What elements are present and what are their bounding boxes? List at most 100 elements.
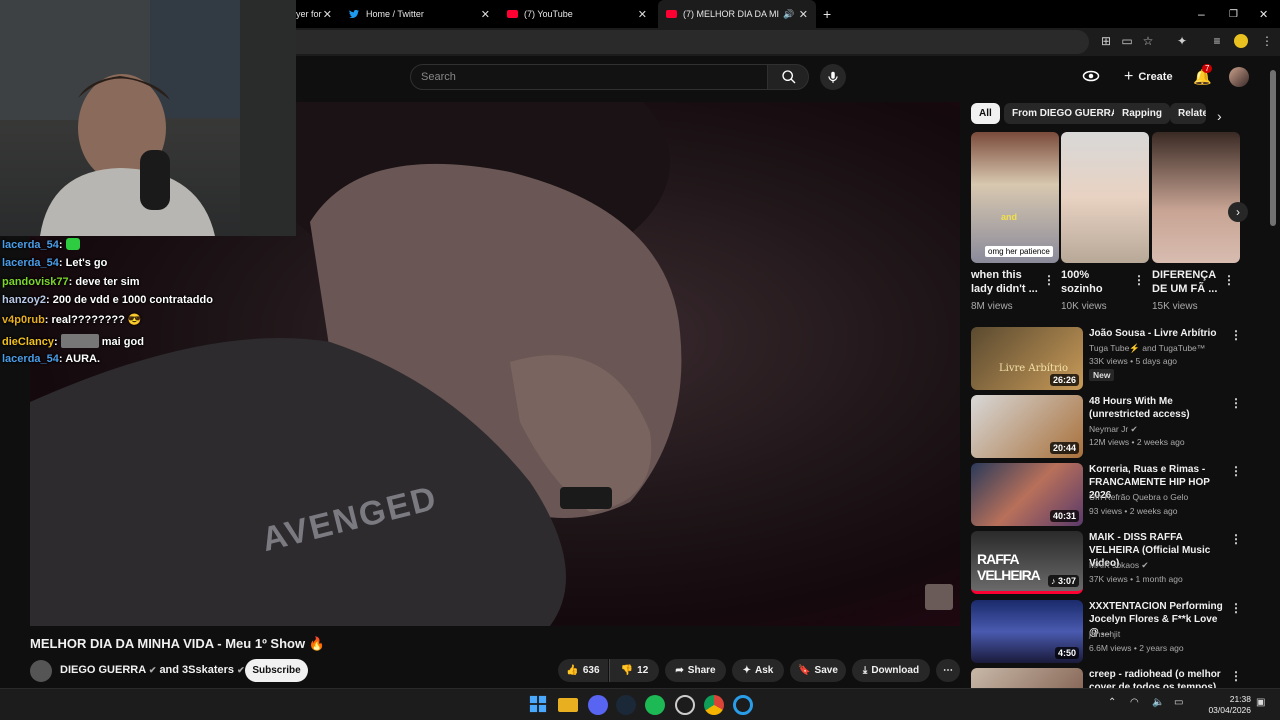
close-icon[interactable]: ✕ [481, 8, 490, 21]
close-icon[interactable]: ✕ [799, 8, 808, 21]
save-button[interactable]: 🔖 Save [790, 659, 846, 682]
channel-name[interactable]: DIEGO GUERRA [60, 664, 146, 676]
short-title[interactable]: DIFERENÇA DE UM FÃ ... [1152, 268, 1224, 296]
close-icon[interactable]: ✕ [638, 8, 647, 21]
notification-center-icon[interactable]: ▣ [1256, 697, 1265, 708]
short-title[interactable]: when this lady didn't ... [971, 268, 1043, 296]
translate-icon[interactable]: ⊞ [1099, 34, 1113, 48]
restore-icon[interactable]: ❐ [1229, 0, 1239, 28]
speaker-icon[interactable]: 🔊 [783, 9, 794, 20]
emote-icon [60, 334, 99, 348]
more-options-icon[interactable]: ⋮ [1230, 464, 1242, 478]
eye-icon[interactable] [1082, 69, 1100, 83]
chip-rapping[interactable]: Rapping [1114, 103, 1170, 124]
microphone-icon [828, 71, 838, 83]
chrome-menu-icon[interactable]: ⋮ [1260, 34, 1274, 48]
more-options-icon[interactable]: ⋮ [1230, 601, 1242, 615]
channel-name[interactable]: jahsehjit [1089, 629, 1120, 639]
tab-youtube[interactable]: (7) YouTube ✕ [507, 0, 655, 28]
minimize-icon[interactable]: – [1198, 0, 1208, 28]
video-title[interactable]: creep - radiohead (o melhor cover de tod… [1089, 668, 1225, 688]
omnibox[interactable] [296, 30, 1089, 54]
system-clock[interactable]: 21:38 03/04/2026 [1203, 694, 1251, 716]
video-thumbnail[interactable]: RAFFA VELHEIRA ♪ 3:07 [971, 531, 1083, 594]
short-thumbnail[interactable] [1152, 132, 1240, 263]
extensions-icon[interactable]: ✦ [1175, 34, 1189, 48]
media-control-icon[interactable]: ≡ [1210, 34, 1224, 48]
more-options-icon[interactable]: ⋮ [1133, 273, 1145, 287]
video-thumbnail[interactable]: 4:50 [971, 600, 1083, 663]
channel-name[interactable]: Tuga Tube⚡ and TugaTube™ [1089, 343, 1205, 354]
video-title[interactable]: 48 Hours With Me (unrestricted access) [1089, 395, 1225, 421]
file-explorer-icon[interactable] [558, 698, 578, 712]
more-options-icon[interactable]: ⋮ [1230, 396, 1242, 410]
edge-icon[interactable] [733, 695, 753, 715]
video-thumbnail[interactable] [971, 668, 1083, 688]
steam-icon[interactable] [616, 695, 636, 715]
battery-icon[interactable]: ▭ [1174, 697, 1183, 708]
more-options-icon[interactable]: ⋮ [1230, 532, 1242, 546]
app-icon[interactable] [675, 695, 695, 715]
like-count: 636 [582, 665, 600, 676]
cast-icon[interactable]: ▭ [1120, 34, 1134, 48]
short-title[interactable]: 100% sozinho [1061, 268, 1133, 296]
video-thumbnail[interactable]: Livre Arbítrio 26:26 [971, 327, 1083, 390]
video-stats: 12M views • 2 weeks ago [1089, 437, 1185, 447]
new-tab-button[interactable]: + [823, 0, 837, 28]
video-thumbnail[interactable]: 40:31 [971, 463, 1083, 526]
page-scrollbar[interactable] [1270, 70, 1276, 226]
channel-avatar[interactable] [30, 660, 52, 682]
short-thumbnail[interactable]: and omg her patience [971, 132, 1059, 263]
dislike-button[interactable]: 👎 12 [609, 659, 659, 682]
shorts-next-chevron-icon[interactable]: › [1228, 202, 1248, 222]
more-options-icon[interactable]: ⋮ [1043, 273, 1055, 287]
share-button[interactable]: ➦ Share [665, 659, 726, 682]
channel-name[interactable]: Um Refrão Quebra o Gelo [1089, 492, 1188, 502]
more-actions-button[interactable]: ⋯ [936, 659, 960, 682]
ask-button[interactable]: ✦ Ask [732, 659, 784, 682]
discord-icon[interactable] [588, 695, 608, 715]
youtube-logo-icon [507, 10, 518, 18]
profile-avatar[interactable] [1234, 34, 1248, 48]
collab-name[interactable]: and 3Sskaters [159, 664, 234, 676]
short-thumbnail[interactable] [1061, 132, 1149, 263]
search-input[interactable]: Search [410, 64, 768, 90]
channel-name[interactable]: MAIK sbkaos ✔ [1089, 560, 1149, 571]
more-options-icon[interactable]: ⋮ [1230, 669, 1242, 683]
close-icon[interactable]: ✕ [323, 8, 332, 21]
chip-all[interactable]: All [971, 103, 1000, 124]
spotify-icon[interactable] [645, 695, 665, 715]
chip-from-channel[interactable]: From DIEGO GUERRA [1004, 103, 1127, 124]
tab-title: (7) YouTube [524, 9, 573, 19]
chat-text: 200 de vdd e 1000 contrataddo [52, 294, 213, 306]
windows-start-icon[interactable] [529, 695, 549, 715]
voice-search-button[interactable] [820, 64, 846, 90]
wifi-icon[interactable]: ◠ [1130, 697, 1139, 708]
create-button[interactable]: + Create [1124, 68, 1173, 86]
chat-username: lacerda_54 [2, 257, 59, 269]
bookmark-star-icon[interactable]: ☆ [1141, 34, 1155, 48]
notifications-button[interactable]: 🔔 7 [1193, 64, 1213, 87]
subscribe-button[interactable]: Subscribe [245, 659, 308, 682]
download-button[interactable]: ⤓ Download [852, 659, 930, 682]
channel-names[interactable]: DIEGO GUERRA ✔ and 3Sskaters ✔ [60, 664, 245, 676]
verified-icon: ✔ [237, 665, 245, 675]
video-title[interactable]: João Sousa - Livre Arbítrio [1089, 327, 1225, 340]
search-button[interactable] [767, 64, 809, 90]
channel-name[interactable]: Neymar Jr ✔ [1089, 424, 1138, 435]
tab-active-video[interactable]: (7) MELHOR DIA DA MINHA 🔊 ✕ [658, 0, 816, 28]
more-options-icon[interactable]: ⋮ [1230, 328, 1242, 342]
tray-chevron-icon[interactable]: ⌃ [1108, 697, 1116, 708]
tab-1[interactable]: yer for ✕ [296, 0, 340, 28]
account-avatar[interactable] [1229, 67, 1249, 87]
volume-icon[interactable]: 🔈 [1152, 697, 1164, 708]
window-close-icon[interactable]: ✕ [1259, 0, 1269, 28]
like-button[interactable]: 👍 636 [558, 659, 608, 682]
chip-related[interactable]: Relate [1170, 103, 1206, 124]
tab-twitter[interactable]: Home / Twitter ✕ [348, 0, 498, 28]
video-thumbnail[interactable]: 20:44 [971, 395, 1083, 458]
channel-watermark[interactable] [925, 584, 953, 610]
chrome-icon[interactable] [704, 695, 724, 715]
chevron-right-icon[interactable]: › [1217, 108, 1222, 124]
more-options-icon[interactable]: ⋮ [1223, 273, 1235, 287]
